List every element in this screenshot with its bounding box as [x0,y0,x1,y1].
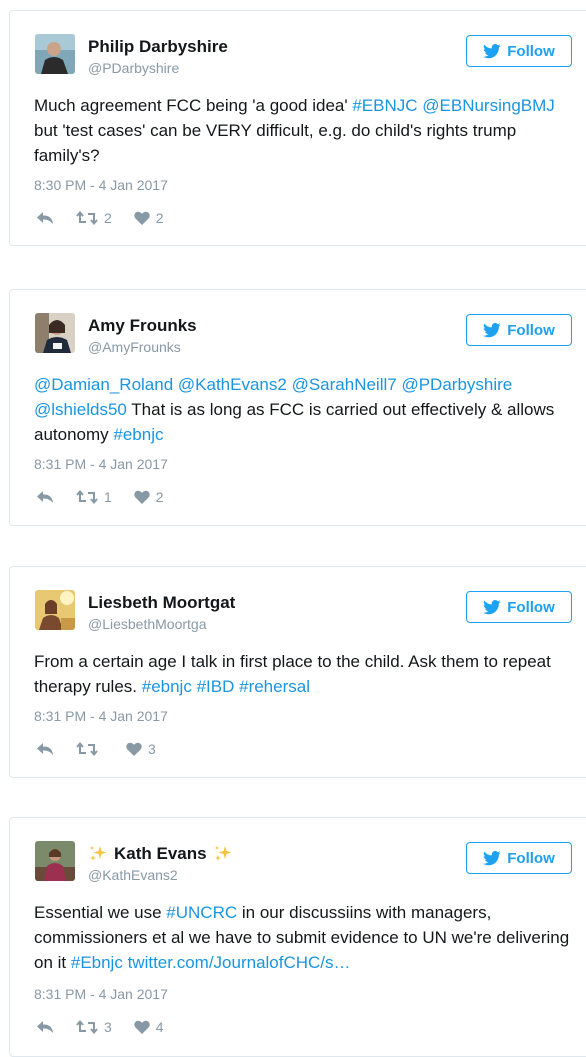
display-name[interactable]: Amy Frounks [88,316,197,336]
follow-label: Follow [507,321,555,339]
tweet-link[interactable]: #rehersal [239,677,310,696]
like-count: 2 [155,210,164,226]
heart-icon [134,490,150,504]
avatar-image [35,590,75,630]
twitter-bird-icon [483,599,501,614]
retweet-button[interactable] [76,742,104,756]
avatar[interactable] [35,590,75,630]
tweet-link[interactable]: #ebnjc [142,677,192,696]
tweet-card: Philip Darbyshire @PDarbyshire Follow Mu… [9,10,586,246]
tweet-card: Liesbeth Moortgat @LiesbethMoortga Follo… [9,566,586,778]
like-button[interactable]: 3 [126,741,156,757]
like-button[interactable]: 2 [134,210,164,226]
follow-label: Follow [507,598,555,616]
timestamp[interactable]: 8:31 PM - 4 Jan 2017 [34,986,168,1002]
twitter-bird-icon [483,43,501,58]
user-handle[interactable]: @PDarbyshire [88,60,179,76]
follow-label: Follow [507,42,555,60]
retweet-icon [76,211,98,225]
sparkles-icon [214,846,232,861]
retweet-icon [76,490,98,504]
avatar-image [35,313,75,353]
timestamp[interactable]: 8:31 PM - 4 Jan 2017 [34,456,168,472]
tweet-link[interactable]: @EBNursingBMJ [422,96,555,115]
avatar[interactable] [35,841,75,881]
like-button[interactable]: 2 [134,489,164,505]
reply-button[interactable] [36,1020,54,1034]
reply-icon [37,1021,53,1033]
tweet-link[interactable]: #EBNJC [352,96,417,115]
reply-icon [37,491,53,503]
avatar-image [35,841,75,881]
like-count: 2 [155,489,164,505]
tweet-link[interactable]: #IBD [197,677,235,696]
tweet-link[interactable]: twitter.com/JournalofCHC/s… [128,953,351,972]
tweet-actions: 1 2 [36,489,164,505]
display-name[interactable]: Kath Evans [114,844,207,864]
tweet-actions: 3 4 [36,1019,164,1035]
reply-icon [37,212,53,224]
reply-button[interactable] [36,490,54,504]
retweet-count: 2 [104,210,112,226]
twitter-bird-icon [483,322,501,337]
like-count: 3 [148,741,156,757]
twitter-bird-icon [483,850,501,865]
tweet-text-segment: but 'test cases' can be VERY difficult, … [34,121,517,165]
follow-button[interactable]: Follow [466,314,572,346]
tweet-card: Kath Evans @KathEvans2 Follow Essential … [9,817,586,1057]
reply-icon [37,743,53,755]
like-button[interactable]: 4 [134,1019,164,1035]
tweet-card: Amy Frounks @AmyFrounks Follow @Damian_R… [9,289,586,526]
tweet-link[interactable]: @Damian_Roland [34,375,173,394]
display-name[interactable]: Philip Darbyshire [88,37,228,57]
reply-button[interactable] [36,211,54,225]
sparkles-icon [90,846,107,861]
follow-button[interactable]: Follow [466,842,572,874]
heart-icon [134,1020,150,1034]
retweet-button[interactable]: 1 [76,489,112,505]
tweet-text-segment: Essential we use [34,903,167,922]
tweet-link[interactable]: @KathEvans2 [178,375,287,394]
follow-button[interactable]: Follow [466,591,572,623]
follow-button[interactable]: Follow [466,35,572,67]
retweet-count: 3 [104,1019,112,1035]
retweet-button[interactable]: 3 [76,1019,112,1035]
timestamp[interactable]: 8:31 PM - 4 Jan 2017 [34,708,168,724]
retweet-icon [76,1020,98,1034]
tweet-text-segment: Much agreement FCC being 'a good idea' [34,96,353,115]
tweet-link[interactable]: #Ebnjc [71,953,123,972]
user-handle[interactable]: @LiesbethMoortga [88,616,207,632]
retweet-icon [76,742,98,756]
follow-label: Follow [507,849,555,867]
tweet-link[interactable]: @SarahNeill7 [292,375,397,394]
like-count: 4 [155,1019,164,1035]
user-handle[interactable]: @AmyFrounks [88,339,181,355]
heart-icon [134,211,150,225]
tweet-link[interactable]: #ebnjc [113,425,163,444]
timestamp[interactable]: 8:30 PM - 4 Jan 2017 [34,177,168,193]
tweet-text: From a certain age I talk in first place… [34,649,579,699]
tweet-actions: 2 2 [36,210,164,226]
avatar[interactable] [35,313,75,353]
retweet-count: 1 [104,489,112,505]
tweet-text: Much agreement FCC being 'a good idea' #… [34,93,579,168]
avatar-image [35,34,75,74]
tweet-link[interactable]: #UNCRC [166,903,237,922]
reply-button[interactable] [36,742,54,756]
retweet-button[interactable]: 2 [76,210,112,226]
display-name[interactable]: Liesbeth Moortgat [88,593,235,613]
tweet-link[interactable]: @lshields50 [34,400,127,419]
tweet-link[interactable]: @PDarbyshire [401,375,512,394]
user-handle[interactable]: @KathEvans2 [88,867,178,883]
heart-icon [126,742,142,756]
tweet-text: @Damian_Roland @KathEvans2 @SarahNeill7 … [34,372,579,447]
tweet-actions: 3 [36,741,156,757]
tweet-text: Essential we use #UNCRC in our discussii… [34,900,579,975]
avatar[interactable] [35,34,75,74]
